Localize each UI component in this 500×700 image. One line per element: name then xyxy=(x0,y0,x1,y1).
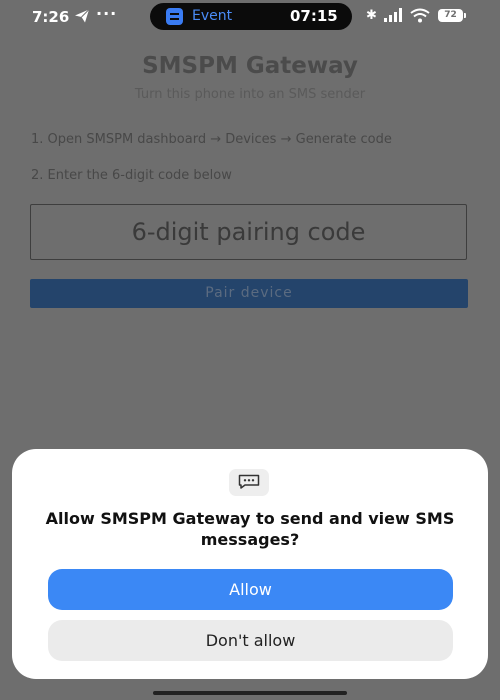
event-label: Event xyxy=(192,8,233,24)
calendar-event-icon xyxy=(166,8,183,25)
app-title: SMSPM Gateway xyxy=(142,53,358,79)
instruction-step-2: 2. Enter the 6-digit code below xyxy=(31,168,232,183)
home-indicator[interactable] xyxy=(153,691,347,695)
pair-device-button[interactable]: Pair device xyxy=(30,279,468,308)
dont-allow-button[interactable]: Don't allow xyxy=(48,620,453,661)
send-icon xyxy=(75,9,90,23)
status-bar: 7:26 ··· Event 07:15 ✱ 72 xyxy=(0,0,500,34)
island-clock: 07:15 xyxy=(290,7,338,25)
app-subtitle: Turn this phone into an SMS sender xyxy=(134,87,366,102)
permission-dialog: Allow SMSPM Gateway to send and view SMS… xyxy=(12,449,488,679)
status-icons: ✱ 72 xyxy=(366,8,476,26)
pairing-code-input[interactable] xyxy=(30,204,467,260)
signal-icon xyxy=(384,8,402,22)
allow-button[interactable]: Allow xyxy=(48,569,453,610)
battery-icon: 72 xyxy=(438,9,466,22)
status-time: 7:26 xyxy=(32,8,70,26)
instruction-step-1: 1. Open SMSPM dashboard → Devices → Gene… xyxy=(31,132,392,147)
dynamic-island[interactable]: Event 07:15 xyxy=(150,3,352,30)
wifi-icon xyxy=(410,8,430,23)
sms-bubble-icon xyxy=(229,469,269,496)
permission-question: Allow SMSPM Gateway to send and view SMS… xyxy=(45,509,455,549)
more-notifications-icon: ··· xyxy=(96,4,118,23)
bluetooth-icon: ✱ xyxy=(366,8,377,23)
